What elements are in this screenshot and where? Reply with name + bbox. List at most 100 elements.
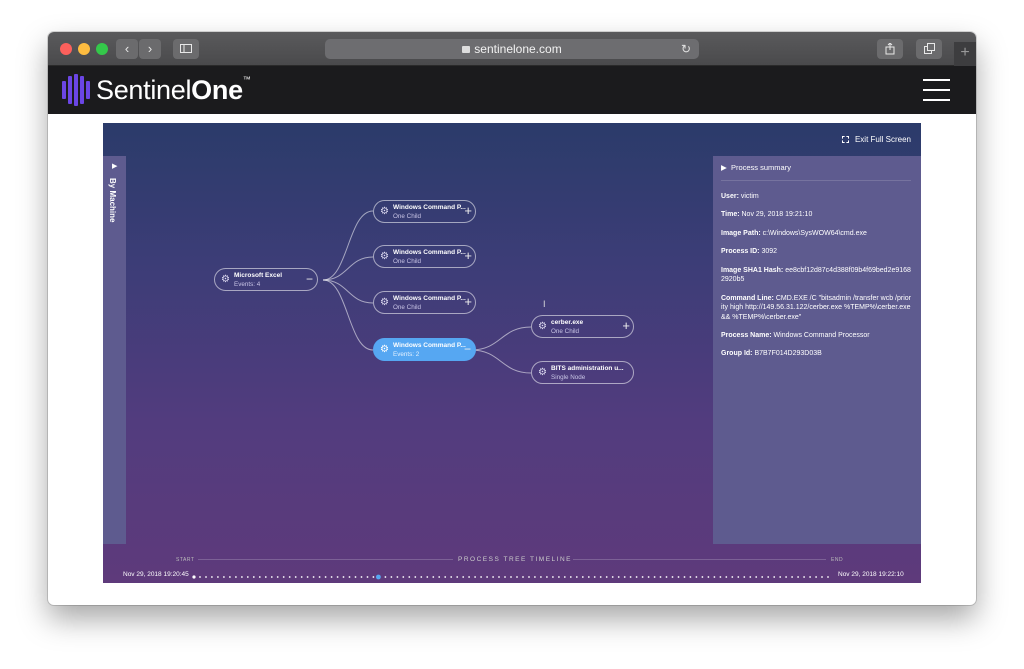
timeline-dot[interactable] [504,576,506,578]
timeline-dot[interactable] [599,576,602,578]
timeline-dot[interactable] [462,576,465,578]
timeline-dot[interactable] [737,576,740,578]
close-window-button[interactable] [60,43,72,55]
timeline-dot[interactable] [552,576,554,578]
expand-button[interactable]: + [622,318,630,333]
timeline-dot[interactable] [791,576,793,578]
timeline-dot[interactable] [581,576,584,578]
hamburger-menu-icon[interactable] [923,79,950,101]
timeline-dot[interactable] [276,576,279,578]
timeline-dot[interactable] [522,576,524,578]
back-button[interactable]: ‹ [116,39,138,59]
timeline-dot[interactable] [546,576,548,578]
timeline-dot[interactable] [192,575,196,579]
timeline-dot[interactable] [330,576,333,578]
timeline-dot[interactable] [695,576,698,578]
timeline-dot[interactable] [516,576,518,578]
timeline-dot[interactable] [282,576,285,578]
share-button[interactable] [877,39,903,59]
timeline-dot[interactable] [528,576,530,578]
timeline-dot[interactable] [372,576,375,578]
timeline-dot[interactable] [324,576,327,578]
timeline-dot[interactable] [336,576,339,578]
timeline-dot[interactable] [252,576,255,578]
timeline-dot[interactable] [617,576,620,578]
sidebar-toggle-button[interactable] [173,39,199,59]
timeline-dot[interactable] [827,576,829,578]
timeline-dot[interactable] [408,576,411,578]
timeline-dot[interactable] [258,576,261,578]
timeline-dot[interactable] [779,576,782,578]
timeline-dot[interactable] [653,576,656,578]
timeline-dot[interactable] [456,576,459,578]
timeline-dot[interactable] [623,576,626,578]
timeline-dot[interactable] [241,576,243,578]
timeline-dot[interactable] [671,576,674,578]
timeline-dot[interactable] [205,576,207,578]
timeline-dot[interactable] [300,576,303,578]
timeline-dot[interactable] [569,576,572,578]
timeline-dot[interactable] [235,576,237,578]
timeline-dot[interactable] [605,576,608,578]
timeline-dot[interactable] [659,576,662,578]
zoom-window-button[interactable] [96,43,108,55]
timeline-dot[interactable] [743,576,746,578]
timeline-dot[interactable] [438,576,441,578]
timeline-dot[interactable] [426,576,429,578]
timeline-dot[interactable] [229,576,231,578]
timeline-dot[interactable] [629,576,632,578]
timeline-dot[interactable] [246,576,249,578]
timeline-dot[interactable] [390,576,393,578]
timeline-dot[interactable] [474,576,476,578]
node-cmd-2[interactable]: ⚙ Windows Command P... One Child + [373,245,476,268]
timeline-dot[interactable] [432,576,435,578]
timeline-dot[interactable] [563,576,566,578]
timeline-dot[interactable] [587,576,590,578]
timeline-dot[interactable] [773,576,776,578]
timeline-dot[interactable] [641,576,644,578]
timeline-dot[interactable] [217,576,219,578]
timeline-dot[interactable] [635,576,638,578]
timeline-dot[interactable] [498,576,500,578]
timeline-dot[interactable] [731,576,734,578]
timeline-dot[interactable] [402,576,405,578]
timeline-current-marker[interactable] [376,574,381,580]
exit-fullscreen-button[interactable]: Exit Full Screen [841,135,911,144]
node-cmd-4-selected[interactable]: ⚙ Windows Command P... Events: 2 − [373,338,476,361]
timeline-dot[interactable] [821,576,823,578]
address-bar[interactable]: sentinelone.com ↻ [325,39,699,59]
timeline-dot[interactable] [312,576,315,578]
forward-button[interactable]: › [139,39,161,59]
timeline-dot[interactable] [540,576,542,578]
collapse-button[interactable]: − [464,342,471,356]
timeline-dot[interactable] [803,576,805,578]
timeline-dot[interactable] [223,576,225,578]
timeline-dot[interactable] [689,576,692,578]
timeline-dot[interactable] [593,576,596,578]
timeline-dot[interactable] [384,576,387,578]
timeline-dot[interactable] [492,576,494,578]
timeline-dot[interactable] [450,576,453,578]
node-microsoft-excel[interactable]: ⚙ Microsoft Excel Events: 4 − [214,268,318,291]
timeline-dot[interactable] [486,576,488,578]
timeline-dot[interactable] [510,576,512,578]
timeline-dot[interactable] [809,576,811,578]
timeline-dot[interactable] [414,576,417,578]
timeline-dot[interactable] [677,576,680,578]
timeline-dot[interactable] [575,576,578,578]
timeline-dot[interactable] [749,576,752,578]
minimize-window-button[interactable] [78,43,90,55]
timeline-dot[interactable] [348,576,351,578]
node-bits-admin[interactable]: ⚙ BITS administration u... Single Node [531,361,634,384]
brand-logo-text[interactable]: SentinelOne™ [96,75,251,106]
timeline-dot[interactable] [294,576,297,578]
timeline-dot[interactable] [665,576,668,578]
timeline-dot[interactable] [647,576,650,578]
timeline-dot[interactable] [755,576,758,578]
expand-button[interactable]: + [464,294,472,309]
timeline-dot[interactable] [761,576,764,578]
timeline-dot[interactable] [797,576,799,578]
reload-icon[interactable]: ↻ [681,39,691,59]
timeline-dot[interactable] [683,576,686,578]
timeline-dot[interactable] [558,576,560,578]
